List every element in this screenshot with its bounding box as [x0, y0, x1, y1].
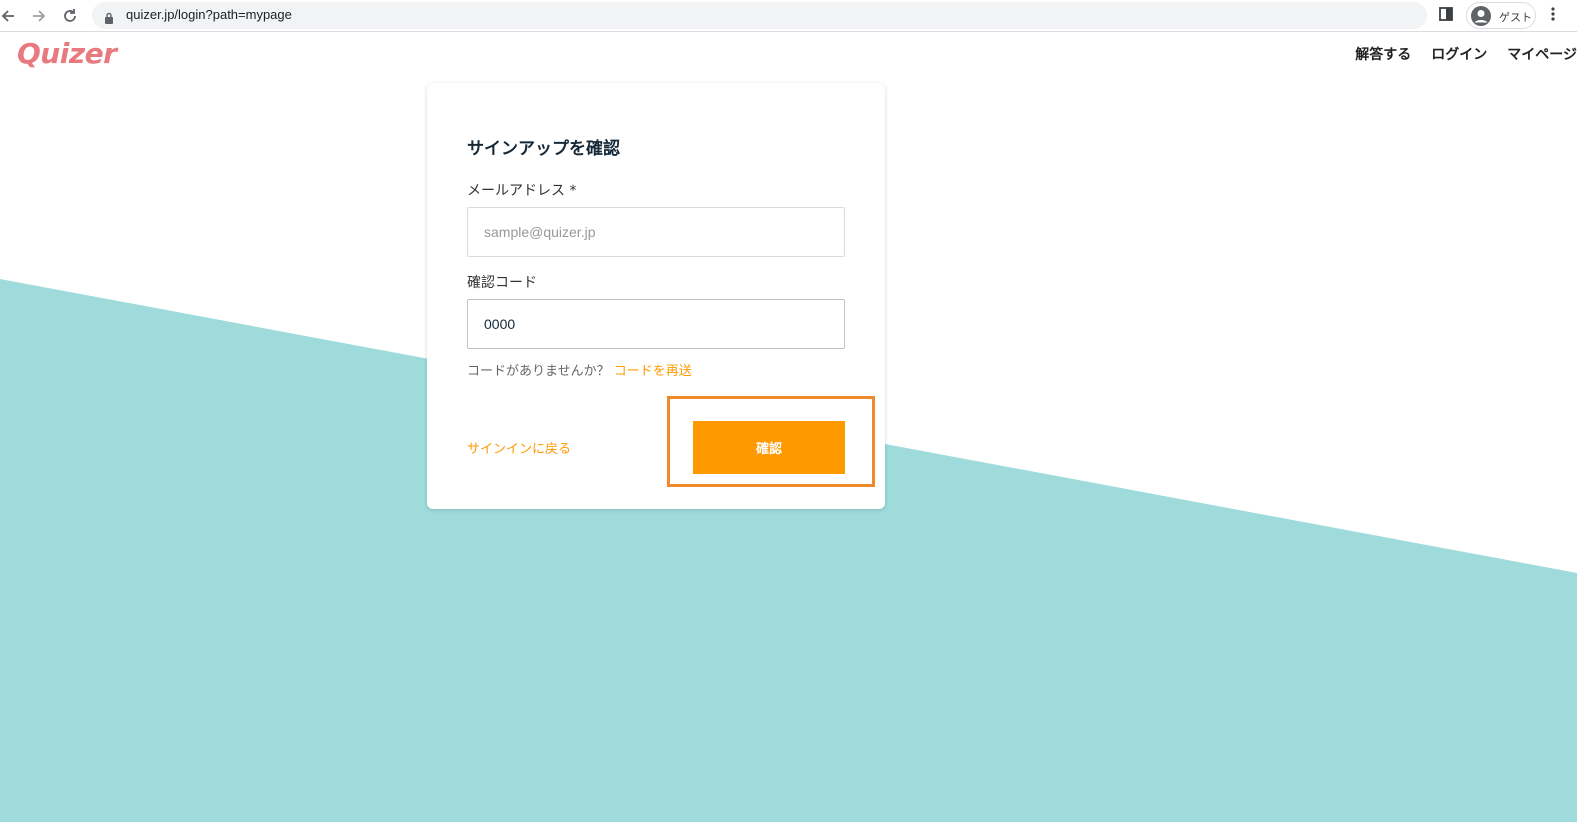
nav-answer[interactable]: 解答する [1355, 44, 1411, 64]
nav-mypage[interactable]: マイページ [1507, 44, 1577, 64]
url-text: quizer.jp/login?path=mypage [126, 7, 292, 22]
reload-icon[interactable] [58, 4, 82, 28]
page-content: Quizer 解答する ログイン マイページ サインアップを確認 メールアドレス… [0, 33, 1577, 822]
avatar-icon [1470, 5, 1492, 31]
nav-login[interactable]: ログイン [1431, 44, 1487, 64]
profile-button[interactable]: ゲスト [1466, 2, 1536, 29]
browser-toolbar: quizer.jp/login?path=mypage ゲスト [0, 0, 1577, 32]
email-field[interactable] [467, 207, 845, 257]
lock-icon [104, 9, 114, 28]
resend-code-link[interactable]: コードを再送 [614, 364, 692, 379]
back-to-signin-link[interactable]: サインインに戻る [467, 438, 571, 457]
no-code-text: コードがありませんか？ [467, 364, 610, 379]
no-code-hint: コードがありませんか？ コードを再送 [467, 360, 692, 379]
profile-label: ゲスト [1499, 11, 1532, 24]
forward-arrow-icon[interactable] [27, 4, 51, 28]
code-field[interactable] [467, 299, 845, 349]
back-arrow-icon[interactable] [0, 4, 20, 28]
site-logo[interactable]: Quizer [17, 37, 117, 70]
confirm-signup-card: サインアップを確認 メールアドレス * 確認コード コードがありませんか？ コー… [427, 83, 885, 509]
top-nav: 解答する ログイン マイページ [1335, 44, 1577, 64]
more-vert-icon[interactable] [1550, 6, 1556, 26]
address-bar[interactable]: quizer.jp/login?path=mypage [92, 2, 1427, 29]
card-title: サインアップを確認 [467, 139, 620, 159]
code-label: 確認コード [467, 275, 537, 291]
email-label: メールアドレス * [467, 183, 577, 199]
side-panel-icon[interactable] [1438, 6, 1454, 26]
confirm-button[interactable]: 確認 [693, 421, 845, 474]
